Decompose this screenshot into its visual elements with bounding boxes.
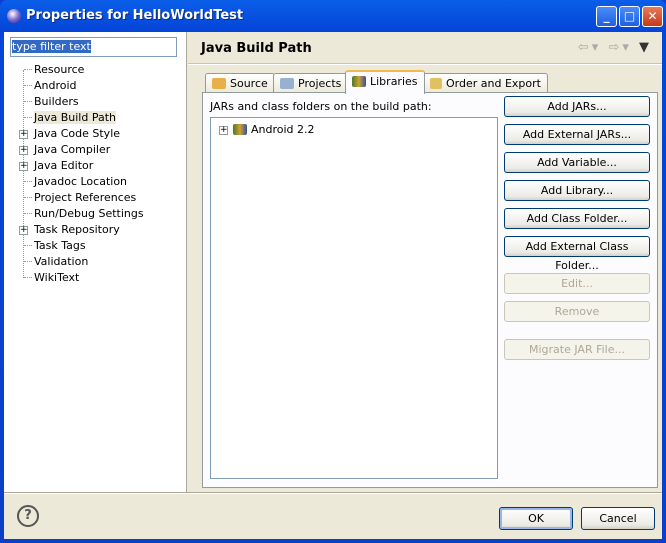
tree-item-label: Javadoc Location [34, 175, 128, 188]
tree-line [24, 85, 32, 86]
tree-item-label: Java Build Path [34, 111, 117, 124]
add-class-folder-button[interactable]: Add Class Folder... [504, 208, 650, 229]
migrate-jar-file-button: Migrate JAR File... [504, 339, 650, 360]
tree-item-label: Resource [34, 63, 85, 76]
tab-libraries[interactable]: Libraries [345, 70, 425, 94]
libraries-icon [352, 76, 366, 87]
tree-item-label: WikiText [34, 271, 80, 284]
tree-line [24, 181, 32, 182]
tree-item-label: Task Tags [34, 239, 86, 252]
order-export-icon [430, 78, 442, 89]
title-bar: Properties for HelloWorldTest _ □ ✕ [0, 0, 666, 32]
tree-item[interactable]: + Java Compiler [14, 142, 144, 158]
menu-icon[interactable]: ▼ [639, 40, 652, 55]
tree-line [24, 117, 32, 118]
tree-item[interactable]: + Java Code Style [14, 126, 144, 142]
expand-icon[interactable]: + [19, 226, 28, 235]
tab-projects[interactable]: Projects [273, 73, 349, 93]
page-title: Java Build Path [201, 41, 312, 56]
add-external-jars-button[interactable]: Add External JARs... [504, 124, 650, 145]
minimize-button[interactable]: _ [596, 6, 617, 27]
tab-label: Source [230, 77, 268, 90]
tree-item-label: Android [34, 79, 77, 92]
add-library-button[interactable]: Add Library... [504, 180, 650, 201]
cancel-button[interactable]: Cancel [581, 507, 655, 530]
expand-icon[interactable]: + [19, 130, 28, 139]
tree-item-label: Project References [34, 191, 137, 204]
separator [188, 63, 662, 65]
tab-source[interactable]: Source [205, 73, 275, 93]
tree-item-label: Task Repository [34, 223, 120, 236]
expand-icon[interactable]: + [19, 162, 28, 171]
tree-item[interactable]: Project References [14, 190, 144, 206]
tree-item[interactable]: Resource [14, 62, 144, 78]
tree-item[interactable]: + Java Editor [14, 158, 144, 174]
tree-item-label: Java Compiler [34, 143, 111, 156]
tab-label: Projects [298, 77, 342, 90]
list-item-label: Android 2.2 [251, 123, 315, 136]
ok-button[interactable]: OK [499, 507, 573, 530]
filter-text: type filter text [12, 40, 91, 53]
edit-button: Edit... [504, 273, 650, 294]
source-folder-icon [212, 78, 226, 89]
properties-dialog: Properties for HelloWorldTest _ □ ✕ type… [0, 0, 666, 543]
property-tree: Resource Android Builders Java Build Path + J… [14, 62, 144, 286]
close-button[interactable]: ✕ [642, 6, 663, 27]
add-jars-button[interactable]: Add JARs... [504, 96, 650, 117]
tree-item[interactable]: + Task Repository [14, 222, 144, 238]
forward-icon[interactable]: ⇨▾ [608, 40, 631, 55]
eclipse-icon [7, 9, 21, 23]
separator [4, 492, 662, 494]
tree-item[interactable]: WikiText [14, 270, 144, 286]
tree-line [24, 277, 32, 278]
tab-label: Order and Export [446, 77, 541, 90]
remove-button: Remove [504, 301, 650, 322]
list-item[interactable]: + Android 2.2 [217, 122, 315, 138]
tree-item[interactable]: Builders [14, 94, 144, 110]
tree-item[interactable]: Run/Debug Settings [14, 206, 144, 222]
expand-icon[interactable]: + [219, 126, 228, 135]
tree-item[interactable]: Validation [14, 254, 144, 270]
filter-input[interactable]: type filter text [10, 37, 177, 57]
libraries-panel: JARs and class folders on the build path… [202, 92, 658, 488]
tree-item[interactable]: Java Build Path [14, 110, 144, 126]
add-variable-button[interactable]: Add Variable... [504, 152, 650, 173]
add-external-class-folder-button[interactable]: Add External Class Folder... [504, 236, 650, 272]
tab-label: Libraries [370, 75, 418, 88]
window-title: Properties for HelloWorldTest [26, 8, 244, 23]
tree-item[interactable]: Task Tags [14, 238, 144, 254]
tab-order-and-export[interactable]: Order and Export [423, 73, 548, 93]
projects-icon [280, 78, 294, 89]
library-list[interactable]: + Android 2.2 [210, 117, 498, 479]
tree-line [24, 245, 32, 246]
tree-item[interactable]: Android [14, 78, 144, 94]
tree-item-label: Java Code Style [34, 127, 121, 140]
library-icon [233, 124, 247, 135]
tree-line [24, 197, 32, 198]
tree-line [24, 69, 32, 70]
help-icon[interactable]: ? [17, 505, 39, 527]
back-icon[interactable]: ⇦▾ [578, 40, 601, 55]
tree-item-label: Java Editor [34, 159, 94, 172]
tree-item[interactable]: Javadoc Location [14, 174, 144, 190]
build-path-label: JARs and class folders on the build path… [210, 100, 432, 113]
tree-line [24, 261, 32, 262]
tree-item-label: Builders [34, 95, 79, 108]
expand-icon[interactable]: + [19, 146, 28, 155]
tree-line [24, 213, 32, 214]
sidebar: type filter text Resource Android Builders… [4, 32, 187, 492]
maximize-button[interactable]: □ [619, 6, 640, 27]
tree-line [24, 101, 32, 102]
tree-item-label: Validation [34, 255, 89, 268]
tree-item-label: Run/Debug Settings [34, 207, 144, 220]
